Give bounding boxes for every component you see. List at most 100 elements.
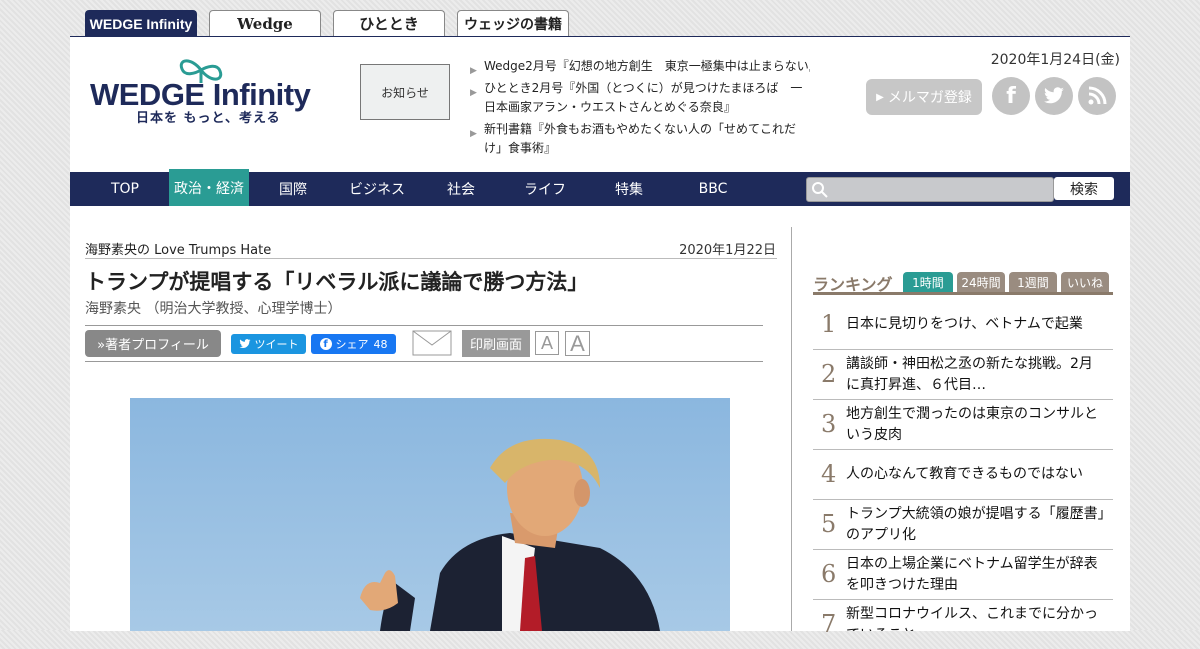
ranking-tab-label: いいね — [1066, 275, 1103, 290]
twitter-icon[interactable] — [1035, 77, 1073, 115]
series-name[interactable]: 海野素央の Love Trumps Hate — [85, 239, 271, 258]
ranking-number: 6 — [821, 560, 837, 588]
ranking-tab-1w[interactable]: 1週間 — [1009, 272, 1057, 292]
news-item[interactable]: 新刊書籍『外食もお酒もやめたくない人の「せめてこれだけ」食事術』 — [470, 120, 810, 158]
notice-button[interactable]: お知らせ — [360, 64, 450, 120]
article-title: トランプが提唱する「リベラル派に議論で勝つ方法」 — [85, 270, 589, 294]
nav-item-politics-economy[interactable]: 政治・経済 — [169, 169, 249, 206]
ranking-tab-label: 1時間 — [912, 275, 944, 290]
mailmag-signup-button[interactable]: ▶ メルマガ登録 — [866, 79, 982, 115]
site-tab-label: Wedge — [237, 14, 293, 33]
nav-item-life[interactable]: ライフ — [510, 172, 580, 206]
ranking-number: 1 — [821, 310, 837, 338]
header-news-list: Wedge2月号『幻想の地方創生 東京一極集中は止まらない』 ひととき2月号『外… — [470, 57, 810, 161]
print-label: 印刷画面 — [469, 338, 522, 353]
ranking-text: トランプ大統領の娘が提唱する「履歴書」のアプリ化 — [846, 505, 1105, 543]
search-button-label: 検索 — [1070, 181, 1098, 198]
notice-label: お知らせ — [381, 85, 429, 100]
mail-icon[interactable] — [412, 330, 452, 356]
ranking-number: 5 — [821, 510, 837, 538]
divider — [85, 325, 763, 326]
ranking-text: 講談師・神田松之丞の新たな挑戦。2月に真打昇進、６代目… — [846, 355, 1093, 393]
ranking-tab-likes[interactable]: いいね — [1061, 272, 1109, 292]
logo-tagline: 日本を もっと、考える — [136, 111, 281, 126]
ranking-text: 新型コロナウイルス、これまでに分かっていること — [846, 606, 1098, 631]
news-item-text: ひととき2月号『外国（とつくに）が見つけたまほろば 一日本画家アラン・ウエストさ… — [484, 81, 803, 114]
nav-item-international[interactable]: 国際 — [258, 172, 328, 206]
column-divider — [791, 227, 792, 631]
rss-icon[interactable] — [1078, 77, 1116, 115]
ranking-text: 人の心なんて教育できるものではない — [846, 466, 1084, 482]
ranking-text: 日本に見切りをつけ、ベトナムで起業 — [846, 316, 1083, 332]
nav-label: BBC — [698, 181, 728, 197]
facebook-icon[interactable]: f — [992, 77, 1030, 115]
ranking-number: 2 — [821, 360, 837, 388]
site-tab-label: ウェッジの書籍 — [464, 16, 562, 33]
ranking-tab-label: 24時間 — [961, 275, 1001, 290]
ranking-tab-1h[interactable]: 1時間 — [903, 272, 953, 292]
nav-label: 国際 — [279, 182, 307, 198]
news-item-text: Wedge2月号『幻想の地方創生 東京一極集中は止まらない』 — [484, 59, 810, 73]
author-profile-button[interactable]: »著者プロフィール — [85, 330, 221, 357]
divider — [85, 258, 777, 259]
search-input[interactable] — [806, 177, 1054, 202]
site-tab-label: WEDGE Infinity — [89, 15, 193, 32]
search-icon — [812, 182, 828, 198]
ranking-item[interactable]: 2 講談師・神田松之丞の新たな挑戦。2月に真打昇進、６代目… — [813, 350, 1113, 400]
site-tab-hitotoki[interactable]: ひととき — [333, 10, 445, 36]
divider — [85, 361, 763, 362]
font-large-label: A — [570, 330, 585, 356]
facebook-icon: f — [319, 338, 332, 350]
tweet-label: ツイート — [254, 338, 299, 351]
site-tab-books[interactable]: ウェッジの書籍 — [457, 10, 569, 36]
news-item[interactable]: Wedge2月号『幻想の地方創生 東京一極集中は止まらない』 — [470, 57, 810, 81]
news-item-text: 新刊書籍『外食もお酒もやめたくない人の「せめてこれだけ」食事術』 — [484, 122, 797, 155]
font-size-large-button[interactable]: A — [565, 331, 590, 356]
nav-label: TOP — [110, 181, 139, 197]
search-button[interactable]: 検索 — [1054, 177, 1114, 200]
article-author: 海野素央 （明治大学教授、心理学博士） — [85, 301, 342, 317]
twitter-icon — [239, 339, 250, 349]
nav-item-feature[interactable]: 特集 — [594, 172, 664, 206]
article-photo — [130, 398, 730, 631]
font-small-label: A — [540, 332, 553, 353]
nav-label: 社会 — [447, 182, 475, 198]
site-tab-wedge[interactable]: Wedge — [209, 10, 321, 36]
ranking-item[interactable]: 3 地方創生で潤ったのは東京のコンサルという皮肉 — [813, 400, 1113, 450]
mailmag-label: メルマガ登録 — [887, 90, 972, 106]
page-container: WEDGE Infinity 日本を もっと、考える お知らせ Wedge2月号… — [70, 36, 1130, 638]
ranking-number: 3 — [821, 410, 837, 438]
article-date: 2020年1月22日 — [679, 243, 776, 258]
nav-label: ビジネス — [349, 182, 405, 198]
font-size-small-button[interactable]: A — [535, 331, 559, 355]
nav-item-bbc[interactable]: BBC — [678, 172, 748, 206]
current-date: 2020年1月24日(金) — [990, 52, 1120, 68]
nav-item-society[interactable]: 社会 — [426, 172, 496, 206]
ranking-item[interactable]: 4 人の心なんて教育できるものではない — [813, 450, 1113, 500]
nav-label: 特集 — [615, 182, 643, 198]
nav-label: ライフ — [524, 182, 566, 198]
ranking-item[interactable]: 5 トランプ大統領の娘が提唱する「履歴書」のアプリ化 — [813, 500, 1113, 550]
share-label: シェア — [335, 338, 369, 351]
ranking-bar — [813, 292, 1113, 295]
facebook-share-button[interactable]: f シェア 48 — [311, 334, 396, 354]
share-count: 48 — [373, 337, 388, 351]
nav-item-top[interactable]: TOP — [90, 172, 160, 206]
site-tab-wedge-infinity[interactable]: WEDGE Infinity — [85, 10, 197, 36]
ranking-tab-label: 1週間 — [1017, 275, 1049, 290]
nav-item-business[interactable]: ビジネス — [337, 172, 417, 206]
play-triangle-icon: ▶ — [876, 91, 884, 103]
print-button[interactable]: 印刷画面 — [462, 330, 530, 357]
site-tab-label: ひととき — [359, 15, 419, 33]
tweet-button[interactable]: ツイート — [231, 334, 306, 354]
ranking-tab-24h[interactable]: 24時間 — [957, 272, 1005, 292]
ranking-text: 日本の上場企業にベトナム留学生が辞表を叩きつけた理由 — [846, 555, 1098, 593]
photo-illustration — [130, 398, 730, 631]
nav-label: 政治・経済 — [174, 180, 244, 197]
main-nav: TOP 政治・経済 国際 ビジネス 社会 ライフ 特集 BBC 検索 — [70, 169, 1130, 206]
news-item[interactable]: ひととき2月号『外国（とつくに）が見つけたまほろば 一日本画家アラン・ウエストさ… — [470, 79, 810, 117]
ranking-item[interactable]: 7 新型コロナウイルス、これまでに分かっていること — [813, 600, 1113, 649]
ranking-item[interactable]: 6 日本の上場企業にベトナム留学生が辞表を叩きつけた理由 — [813, 550, 1113, 600]
ranking-number: 7 — [821, 610, 837, 638]
ranking-item[interactable]: 1 日本に見切りをつけ、ベトナムで起業 — [813, 300, 1113, 350]
